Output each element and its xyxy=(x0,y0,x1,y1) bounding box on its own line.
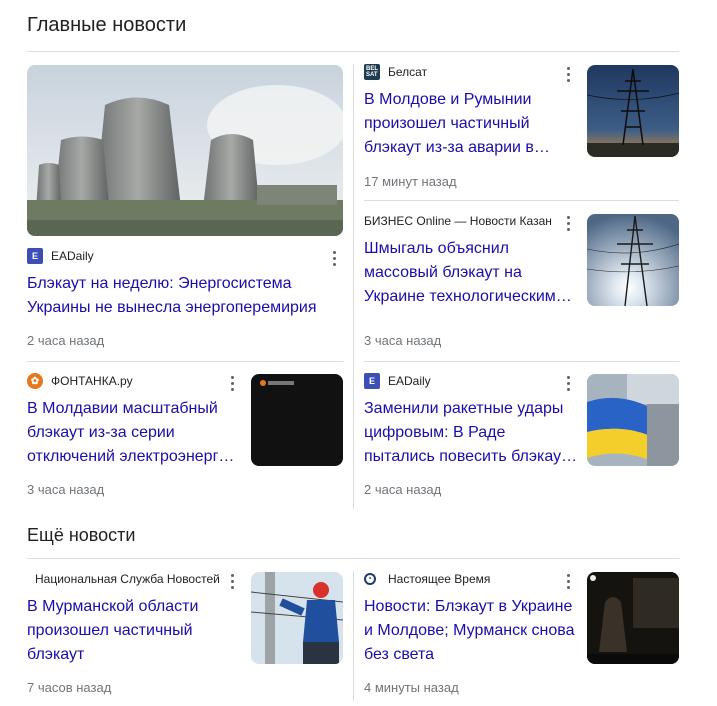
more-options-icon[interactable] xyxy=(225,571,239,591)
more-options-icon[interactable] xyxy=(225,373,239,393)
headline-link[interactable]: В Молдове и Румынии произошел частичный … xyxy=(364,88,574,160)
eadaily-logo-icon: E xyxy=(364,373,380,389)
divider xyxy=(27,51,679,52)
electrician-pole-image[interactable] xyxy=(251,572,343,664)
nastoyashchee-vremya-logo-icon: • xyxy=(364,573,376,585)
top-news-title: Главные новости xyxy=(27,14,187,36)
source-name: EADaily xyxy=(51,249,94,263)
more-options-icon[interactable] xyxy=(561,373,575,393)
source-name: EADaily xyxy=(388,374,431,388)
divider xyxy=(364,200,679,201)
news-source[interactable]: ✿ ФОНТАНКА.ру xyxy=(27,373,133,389)
timestamp: 3 часа назад xyxy=(364,333,442,348)
source-name: БИЗНЕС Online — Новости Казан xyxy=(364,214,552,228)
news-source[interactable]: • Настоящее Время xyxy=(364,572,490,586)
power-line-sunset-image[interactable] xyxy=(587,65,679,157)
news-source[interactable]: BEL SAT Белсат xyxy=(364,64,427,80)
headline-link[interactable]: В Мурманской области произошел частичный… xyxy=(27,595,241,667)
headline-link[interactable]: Шмыгаль объяснил массовый блэкаут на Укр… xyxy=(364,237,574,309)
column-divider xyxy=(353,65,354,509)
timestamp: 2 часа назад xyxy=(364,482,442,497)
timestamp: 7 часов назад xyxy=(27,680,112,695)
timestamp: 3 часа назад xyxy=(27,482,105,497)
fontanka-placeholder-image[interactable] xyxy=(251,374,343,466)
more-options-icon[interactable] xyxy=(327,248,341,268)
eadaily-logo-icon: E xyxy=(27,248,43,264)
news-source[interactable]: Национальная Служба Новостей xyxy=(35,572,220,586)
news-source[interactable]: БИЗНЕС Online — Новости Казан xyxy=(364,214,552,228)
news-source[interactable]: E EADaily xyxy=(27,248,94,264)
belsat-logo-icon: BEL SAT xyxy=(364,64,380,80)
source-name: Национальная Служба Новостей xyxy=(35,572,220,586)
more-options-icon[interactable] xyxy=(561,64,575,84)
divider xyxy=(27,361,343,362)
ukraine-flag-image[interactable] xyxy=(587,374,679,466)
source-name: Белсат xyxy=(388,65,428,79)
more-news-title: Ещё новости xyxy=(27,525,136,545)
fontanka-logo-icon: ✿ xyxy=(27,373,43,389)
divider xyxy=(27,558,679,559)
timestamp: 4 минуты назад xyxy=(364,680,459,695)
headline-link[interactable]: Заменили ракетные удары цифровым: В Раде… xyxy=(364,397,578,469)
headline-link[interactable]: Новости: Блэкаут в Украине и Молдове; Му… xyxy=(364,595,578,667)
timestamp: 2 часа назад xyxy=(27,333,105,348)
dark-video-still-image[interactable] xyxy=(587,572,679,664)
cooling-towers-image[interactable] xyxy=(27,65,343,236)
column-divider xyxy=(353,571,354,701)
more-options-icon[interactable] xyxy=(561,571,575,591)
more-options-icon[interactable] xyxy=(561,213,575,233)
source-name: Настоящее Время xyxy=(388,572,491,586)
divider xyxy=(364,361,679,362)
news-source[interactable]: E EADaily xyxy=(364,373,431,389)
headline-link[interactable]: В Молдавии масштабный блэкаут из-за сери… xyxy=(27,397,241,469)
source-name: ФОНТАНКА.ру xyxy=(51,374,133,388)
timestamp: 17 минут назад xyxy=(364,174,457,189)
headline-link[interactable]: Блэкаут на неделю: Энергосистема Украины… xyxy=(27,272,343,322)
power-line-sun-image[interactable] xyxy=(587,214,679,306)
